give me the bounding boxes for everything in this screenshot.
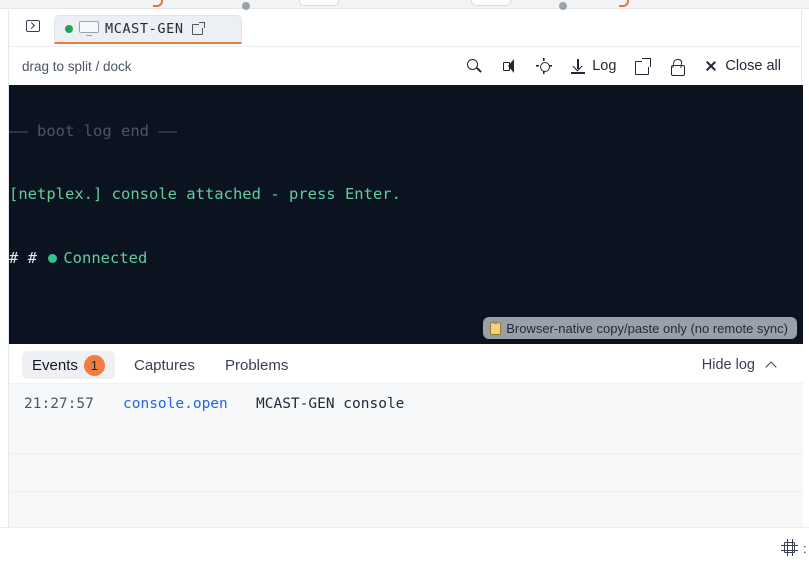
log-divider — [9, 491, 803, 492]
drag-hint: drag to split / dock — [22, 58, 132, 74]
status-bar: : — [0, 527, 809, 568]
edge-marker — [153, 0, 163, 7]
close-icon — [703, 58, 719, 74]
toolbar-actions: Log Close all — [454, 47, 787, 85]
clipboard-icon — [490, 320, 502, 335]
terminal-line: —— boot log end —— — [9, 122, 177, 140]
console-tab-row: MCAST-GEN — [9, 10, 803, 47]
copy-paste-notice: Browser-native copy/paste only (no remot… — [483, 317, 797, 339]
tab-events-label: Events — [32, 356, 78, 374]
terminal-line: # # Connected — [9, 249, 147, 267]
terminal-line: [netplex.] console attached - press Ente… — [9, 185, 401, 203]
search-button[interactable] — [459, 51, 489, 81]
hide-log-label: Hide log — [701, 357, 755, 373]
monitor-icon — [79, 21, 99, 37]
lock-icon — [669, 58, 686, 76]
connected-dot-icon — [48, 253, 58, 263]
log-row[interactable]: 21:27:57 console.open MCAST-GEN console — [24, 396, 404, 412]
tab-problems-label: Problems — [225, 356, 289, 374]
log-event-link[interactable]: console.open — [123, 396, 256, 412]
console-panel: MCAST-GEN drag to split / dock Log Close… — [8, 10, 803, 527]
search-icon — [466, 58, 482, 74]
log-tabs: Events 1 Captures Problems Hide log — [9, 344, 803, 384]
status-dot-icon — [65, 25, 73, 33]
log-time: 21:27:57 — [24, 396, 94, 412]
close-all-button[interactable]: Close all — [697, 51, 787, 81]
close-all-label: Close all — [725, 58, 781, 74]
popout-button[interactable] — [627, 51, 657, 81]
log-label: Log — [592, 58, 617, 74]
tab-captures-label: Captures — [134, 356, 195, 374]
terminal-prompt: # # — [9, 249, 37, 267]
copy-paste-notice-text: Browser-native copy/paste only (no remot… — [506, 320, 788, 336]
tab-label: MCAST-GEN — [105, 21, 184, 37]
status-bar-trailing-text: : — [803, 541, 807, 556]
edge-dot — [242, 2, 250, 10]
tab-mcast-gen[interactable]: MCAST-GEN — [54, 15, 242, 44]
terminal-screen[interactable]: —— boot log end —— [netplex.] console at… — [9, 85, 803, 344]
log-message: MCAST-GEN console — [256, 396, 405, 412]
log-divider — [9, 453, 803, 454]
speaker-icon — [501, 58, 517, 74]
sound-button[interactable] — [494, 51, 524, 81]
edge-pill — [471, 0, 511, 6]
console-toolbar: drag to split / dock Log Close all — [9, 47, 803, 85]
tab-captures[interactable]: Captures — [124, 351, 205, 379]
hide-log-button[interactable]: Hide log — [701, 351, 777, 379]
sun-icon — [536, 58, 553, 74]
cpu-chip-icon[interactable] — [781, 539, 798, 556]
events-count-badge: 1 — [83, 354, 105, 376]
tab-problems[interactable]: Problems — [215, 351, 298, 379]
edge-dot — [559, 2, 567, 10]
download-icon — [570, 58, 586, 74]
chevron-up-icon — [765, 361, 777, 373]
download-log-button[interactable]: Log — [564, 51, 622, 81]
event-log: 21:27:57 console.open MCAST-GEN console — [9, 384, 803, 527]
top-strip — [0, 0, 809, 10]
terminal-icon[interactable] — [26, 20, 40, 32]
theme-button[interactable] — [529, 51, 559, 81]
tab-events[interactable]: Events 1 — [22, 351, 115, 379]
external-link-icon[interactable] — [191, 21, 205, 35]
edge-pill — [299, 0, 339, 6]
lock-button[interactable] — [662, 51, 692, 81]
connection-status: Connected — [63, 249, 148, 267]
popout-icon — [634, 58, 652, 75]
edge-marker — [619, 0, 629, 7]
